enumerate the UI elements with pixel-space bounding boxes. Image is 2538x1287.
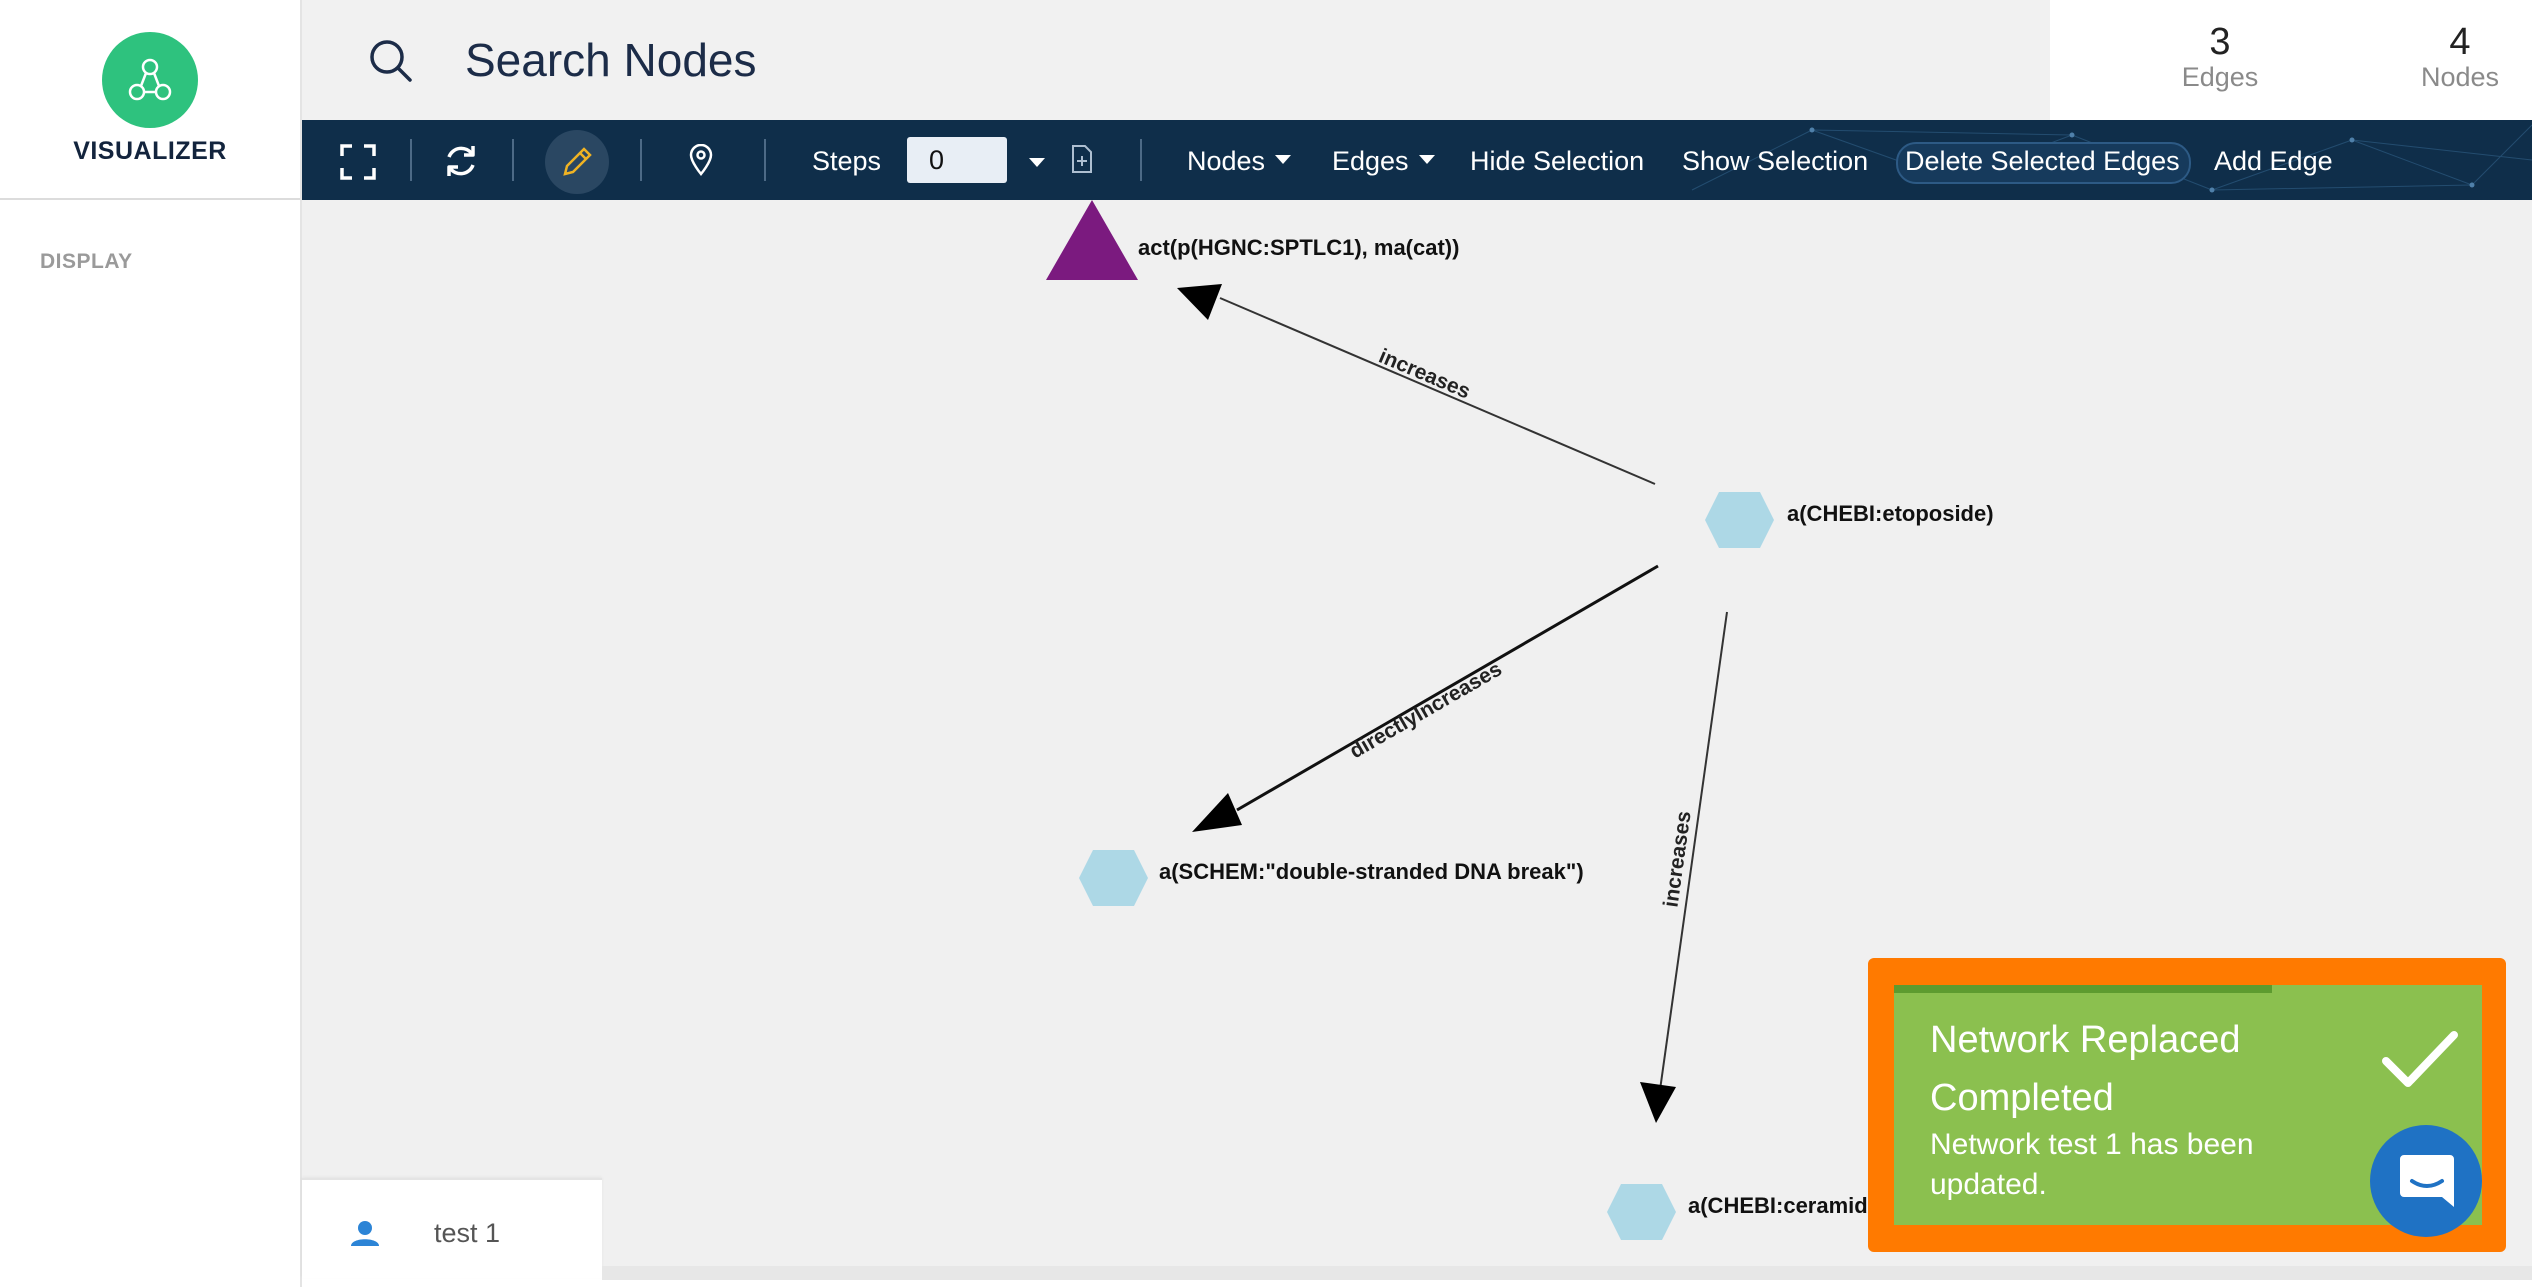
edges-count: 3 xyxy=(2209,21,2231,63)
edit-pencil-icon xyxy=(563,147,592,176)
edge-label: increases xyxy=(1375,344,1473,403)
edge-arrowhead xyxy=(1177,284,1222,320)
nodes-count: 4 xyxy=(2449,21,2471,63)
hide-selection-button[interactable]: Hide Selection xyxy=(1470,146,1644,177)
graph-toolbar: Steps Nodes Edges Hide Selection Show Se… xyxy=(302,120,2532,200)
node-hexagon xyxy=(1705,492,1774,548)
toast-message: Network test 1 has been updated. xyxy=(1930,1128,2254,1201)
chat-launcher-button[interactable] xyxy=(2370,1125,2482,1237)
delete-selected-edges-button[interactable]: Delete Selected Edges xyxy=(1905,146,2180,177)
checkmark-icon xyxy=(2382,1031,2458,1087)
nodes-stat: 4 Nodes xyxy=(2380,22,2538,92)
toolbar-divider xyxy=(410,139,412,181)
network-nodes-icon xyxy=(102,32,198,128)
edges-stat: 3 Edges xyxy=(2140,22,2300,92)
add-edge-button[interactable]: Add Edge xyxy=(2214,146,2333,177)
network-tab-label: test 1 xyxy=(434,1218,501,1248)
user-icon xyxy=(351,1221,379,1246)
node-hexagon xyxy=(1607,1184,1676,1240)
graph-stats: 3 Edges 4 Nodes xyxy=(2050,0,2532,120)
fullscreen-icon[interactable] xyxy=(340,144,376,185)
show-selection-button[interactable]: Show Selection xyxy=(1682,146,1868,177)
display-section-label: DISPLAY xyxy=(40,250,133,273)
node-hexagon xyxy=(1079,850,1148,906)
node-triangle xyxy=(1046,200,1138,280)
edge-arrowhead xyxy=(1640,1082,1676,1123)
search-input[interactable]: Search Nodes xyxy=(465,33,757,87)
network-tab[interactable]: test 1 xyxy=(302,1178,602,1278)
search-icon[interactable] xyxy=(368,38,414,89)
chat-bubble-icon xyxy=(2400,1155,2454,1207)
refresh-icon[interactable] xyxy=(442,142,480,185)
edge-label: increases xyxy=(1659,810,1695,909)
graph-edge[interactable]: increases xyxy=(1177,284,1656,485)
graph-node[interactable]: act(p(HGNC:SPTLC1), ma(cat)) xyxy=(1046,200,1459,280)
graph-edge[interactable]: directlyIncreases xyxy=(1192,564,1659,832)
chevron-down-icon[interactable] xyxy=(1028,156,1046,174)
edges-menu-label: Edges xyxy=(1332,146,1409,176)
node-label: a(CHEBI:ceramid xyxy=(1688,1193,1868,1218)
toast-progress-bar xyxy=(1894,985,2272,993)
nodes-menu[interactable]: Nodes xyxy=(1187,146,1292,177)
graph-node[interactable]: a(CHEBI:etoposide) xyxy=(1705,492,1994,548)
edges-label: Edges xyxy=(2181,62,2259,92)
chevron-down-icon xyxy=(1275,155,1292,165)
toolbar-divider xyxy=(764,139,766,181)
steps-label: Steps xyxy=(812,146,882,176)
edge-label: directlyIncreases xyxy=(1346,658,1506,764)
graph-node[interactable]: a(SCHEM:"double-stranded DNA break") xyxy=(1079,850,1584,906)
app-name: VISUALIZER xyxy=(73,137,227,165)
node-label: a(CHEBI:etoposide) xyxy=(1787,501,1994,526)
app-logo[interactable]: VISUALIZER xyxy=(0,0,300,200)
toolbar-divider xyxy=(640,139,642,181)
nodes-menu-label: Nodes xyxy=(1187,146,1266,176)
node-label: act(p(HGNC:SPTLC1), ma(cat)) xyxy=(1138,235,1459,260)
toolbar-divider xyxy=(1140,139,1142,181)
edges-menu[interactable]: Edges xyxy=(1332,146,1435,177)
horizontal-scrollbar[interactable] xyxy=(602,1266,2532,1280)
add-file-icon[interactable] xyxy=(1070,144,1094,179)
chevron-down-icon xyxy=(1418,155,1435,165)
toast-title: Network Replaced Completed xyxy=(1930,1019,2241,1119)
toolbar-divider xyxy=(512,139,514,181)
search-bar: Search Nodes xyxy=(302,0,2050,120)
steps-input[interactable] xyxy=(907,137,1007,183)
edit-mode-button[interactable] xyxy=(545,130,609,194)
location-pin-icon[interactable] xyxy=(688,143,714,181)
sidebar: VISUALIZER DISPLAY xyxy=(0,0,302,1287)
graph-edge[interactable]: increases xyxy=(1640,611,1728,1123)
graph-node[interactable]: a(CHEBI:ceramid xyxy=(1607,1184,1868,1240)
edge-arrowhead xyxy=(1192,793,1242,832)
nodes-label: Nodes xyxy=(2420,62,2500,92)
node-label: a(SCHEM:"double-stranded DNA break") xyxy=(1159,859,1584,884)
